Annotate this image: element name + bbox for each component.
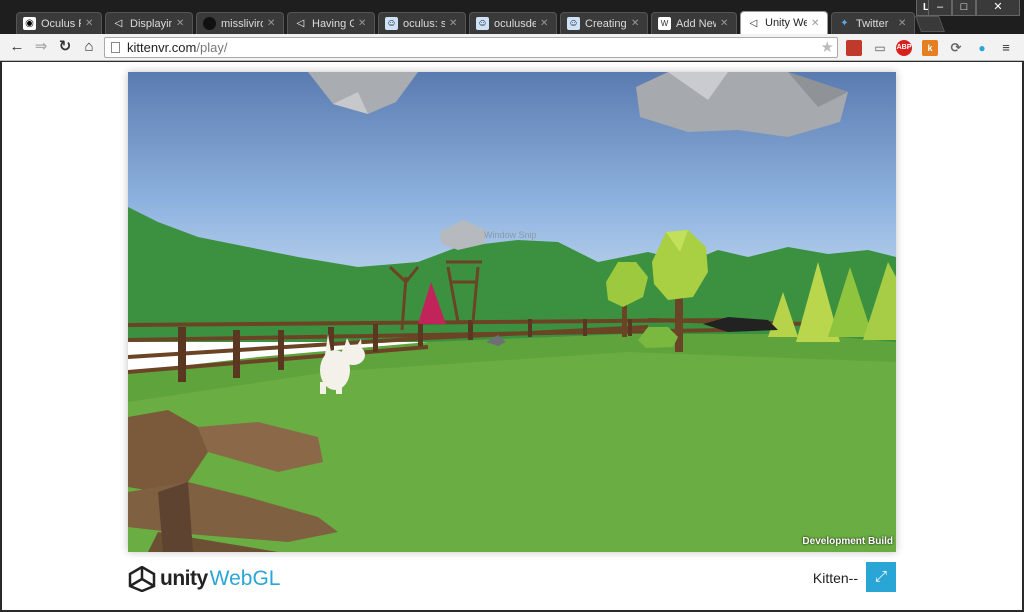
tab-label: oculusdev (494, 17, 536, 30)
tab-close-icon[interactable]: ✕ (720, 18, 730, 29)
adblock-icon[interactable]: ABP (896, 40, 912, 56)
tab-close-icon[interactable]: ✕ (267, 18, 277, 29)
logo-webgl-text: WebGL (209, 567, 281, 590)
tab-add-new-post[interactable]: W Add New P ✕ (651, 12, 737, 34)
home-icon[interactable]: ⌂ (80, 38, 98, 56)
tab-oculusdev[interactable]: ☺ oculusdev ✕ (469, 12, 557, 34)
reddit-icon: ☺ (567, 17, 580, 30)
tab-close-icon[interactable]: ✕ (540, 18, 550, 29)
unity-webgl-logo: unity WebGL (128, 566, 281, 592)
tab-label: Having GU (312, 17, 354, 30)
game-scene: Window Snip (128, 72, 896, 552)
dots-extension-icon[interactable]: ● (974, 40, 990, 56)
fullscreen-button[interactable]: ⤢ (866, 562, 896, 592)
tab-label: Displaying (130, 17, 172, 30)
window-snip-hint: Window Snip (484, 230, 537, 240)
development-build-label: Development Build (802, 536, 893, 547)
unity-icon: ◁ (749, 17, 758, 29)
tab-label: misslivirose (221, 17, 263, 30)
unity-logo-icon (128, 566, 156, 592)
minimize-button[interactable]: ‒ (928, 0, 952, 16)
reddit-icon: ☺ (385, 17, 398, 30)
bookmark-red-icon[interactable] (846, 40, 862, 56)
tab-close-icon[interactable]: ✕ (898, 18, 908, 29)
tab-misslivirose[interactable]: misslivirose ✕ (196, 12, 284, 34)
tab-close-icon[interactable]: ✕ (176, 18, 186, 29)
tab-label: Oculus Rift (41, 17, 81, 30)
tab-label: Creating fle (585, 17, 627, 30)
reload-icon[interactable]: ↻ (56, 38, 74, 56)
maximize-button[interactable]: □ (952, 0, 976, 16)
bookmark-star-icon[interactable]: ★ (821, 38, 834, 57)
menu-icon[interactable]: ≡ (998, 40, 1014, 56)
close-window-button[interactable]: ✕ (976, 0, 1020, 16)
window-controls: ‒ □ ✕ (928, 0, 1020, 16)
forward-icon[interactable]: ⇒ (32, 38, 50, 56)
address-bar[interactable]: kittenvr.com/play/ ★ (104, 37, 838, 58)
browser-window: ◉ Oculus Rift ✕ ◁ Displaying ✕ misslivir… (0, 0, 1024, 612)
tab-close-icon[interactable]: ✕ (631, 18, 641, 29)
tab-label: Twitter (856, 17, 889, 30)
game-title: Kitten-- (812, 570, 858, 586)
tab-close-icon[interactable]: ✕ (85, 18, 95, 29)
tab-label: Unity Web (765, 17, 807, 29)
unity-icon: ◁ (296, 18, 305, 29)
tab-twitter[interactable]: ✦ Twitter ✕ (831, 12, 915, 34)
cast-icon[interactable]: ▭ (872, 40, 888, 56)
back-icon[interactable]: ← (8, 38, 26, 56)
tab-oculus-search[interactable]: ☺ oculus: sea ✕ (378, 12, 466, 34)
tab-strip: ◉ Oculus Rift ✕ ◁ Displaying ✕ misslivir… (0, 0, 1024, 34)
tab-label: oculus: sea (403, 17, 445, 30)
tab-close-icon[interactable]: ✕ (449, 18, 459, 29)
github-icon (203, 17, 216, 30)
wordpress-icon: W (658, 17, 671, 30)
tab-close-icon[interactable]: ✕ (358, 18, 368, 29)
fullscreen-icon: ⤢ (874, 568, 887, 585)
twitter-icon: ✦ (840, 18, 849, 29)
oculus-icon: ◉ (23, 17, 36, 30)
tab-displaying[interactable]: ◁ Displaying ✕ (105, 12, 193, 34)
tab-creating-fle[interactable]: ☺ Creating fle ✕ (560, 12, 648, 34)
k-extension-icon[interactable]: k (922, 40, 938, 56)
unity-icon: ◁ (114, 18, 123, 29)
webgl-footer: unity WebGL Kitten-- ⤢ (128, 562, 896, 596)
tab-unity-webgl[interactable]: ◁ Unity Web ✕ (740, 11, 828, 34)
reddit-icon: ☺ (476, 17, 489, 30)
browser-toolbar: ← ⇒ ↻ ⌂ kittenvr.com/play/ ★ ▭ ABP k ⟳ ●… (0, 34, 1024, 61)
url-path: /play/ (196, 40, 228, 55)
tab-close-icon[interactable]: ✕ (811, 18, 821, 29)
page-content: Window Snip Development Build unity WebG… (2, 62, 1022, 610)
page-icon (111, 42, 120, 53)
tab-having-gu[interactable]: ◁ Having GU ✕ (287, 12, 375, 34)
unity-game-canvas[interactable]: Window Snip Development Build (128, 72, 896, 552)
sync-icon[interactable]: ⟳ (948, 40, 964, 56)
url-domain: kittenvr.com (127, 40, 197, 55)
new-tab-button[interactable] (915, 16, 945, 32)
logo-unity-text: unity (160, 567, 208, 590)
tab-oculus-rift[interactable]: ◉ Oculus Rift ✕ (16, 12, 102, 34)
tab-label: Add New P (676, 17, 716, 30)
